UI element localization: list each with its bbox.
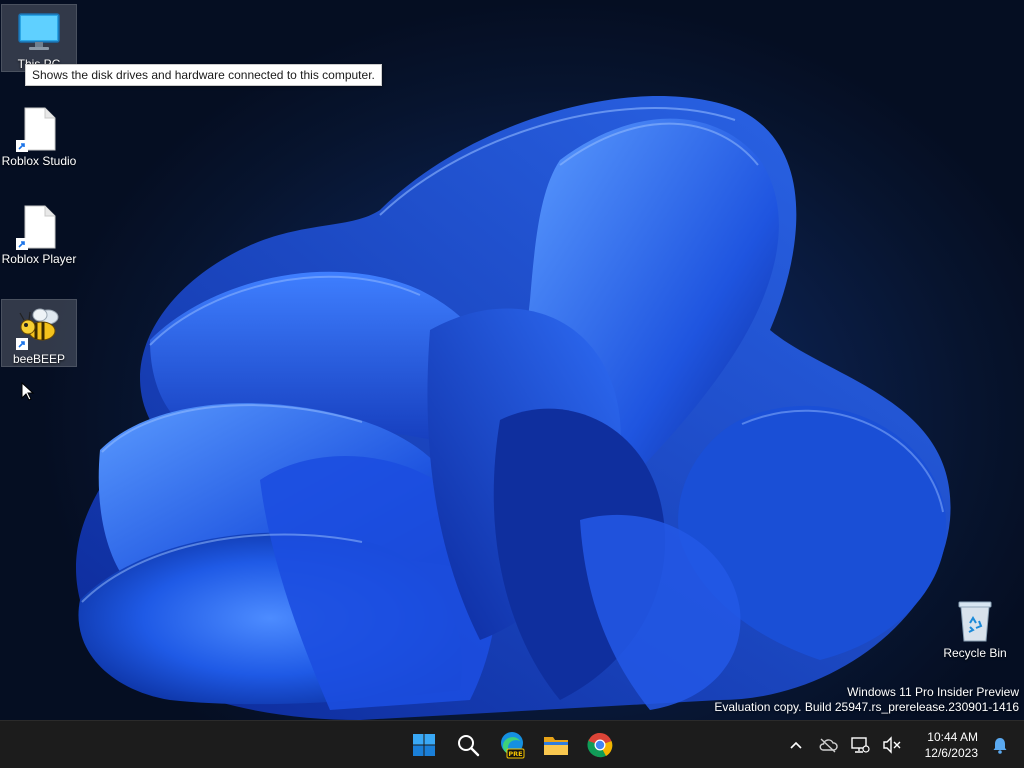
watermark-line-1: Windows 11 Pro Insider Preview [847,685,1019,699]
taskbar-apps: PRE [402,721,622,768]
shortcut-file-icon [16,106,62,152]
desktop-icon-this-pc[interactable]: This PC [1,4,77,72]
edge-preview-icon: PRE [501,732,525,759]
mouse-cursor-icon [21,382,35,401]
shortcut-arrow-icon [16,140,28,152]
monitor-icon [16,9,62,55]
desktop-icon-roblox-player[interactable]: Roblox Player [1,200,77,268]
start-button[interactable] [402,725,446,765]
network-tray-button[interactable] [844,725,876,765]
edge-badge-text: PRE [508,750,522,758]
notifications-button[interactable] [986,725,1014,765]
desktop-icon-label: Roblox Studio [1,154,77,168]
shortcut-arrow-icon [16,238,28,250]
shortcut-arrow-icon [16,338,28,350]
onedrive-tray-button[interactable] [812,725,844,765]
clock-time: 10:44 AM [927,730,978,744]
edge-preview-button[interactable]: PRE [490,725,534,765]
network-icon [851,737,870,753]
chrome-icon [587,732,613,758]
file-explorer-icon [544,737,568,755]
chrome-button[interactable] [578,725,622,765]
volume-muted-icon [883,736,901,754]
taskbar-clock[interactable]: 10:44 AM 12/6/2023 [908,725,986,765]
system-tray: 10:44 AM 12/6/2023 [780,721,1024,768]
watermark-line-2: Evaluation copy. Build 25947.rs_prerelea… [714,700,1019,714]
wallpaper-bloom [76,96,951,720]
tooltip: Shows the disk drives and hardware conne… [25,64,382,86]
bee-icon [16,304,62,350]
search-icon [458,735,480,757]
desktop-icon-beebeep[interactable]: beeBEEP [1,299,77,367]
windows-start-icon [413,734,435,756]
desktop-icon-label: Recycle Bin [943,646,1007,660]
show-hidden-icons-button[interactable] [780,725,812,765]
evaluation-watermark: Windows 11 Pro Insider Preview Evaluatio… [714,685,1019,715]
recycle-bin-icon [952,598,998,644]
desktop-icon-label: Roblox Player [1,252,77,266]
desktop-icon-roblox-studio[interactable]: Roblox Studio [1,102,77,170]
shortcut-file-icon [16,204,62,250]
search-button[interactable] [446,725,490,765]
chevron-up-icon [790,741,802,749]
file-explorer-button[interactable] [534,725,578,765]
clock-date: 12/6/2023 [924,746,978,760]
cloud-offline-icon [819,738,838,753]
taskbar: PRE 10:44 AM 12/6/2023 [0,720,1024,768]
bell-icon [993,738,1007,754]
desktop-icon-recycle-bin[interactable]: Recycle Bin [937,594,1013,662]
volume-tray-button[interactable] [876,725,908,765]
desktop[interactable]: This PC Shows the disk drives and hardwa… [0,0,1024,720]
desktop-icon-label: beeBEEP [12,352,66,366]
